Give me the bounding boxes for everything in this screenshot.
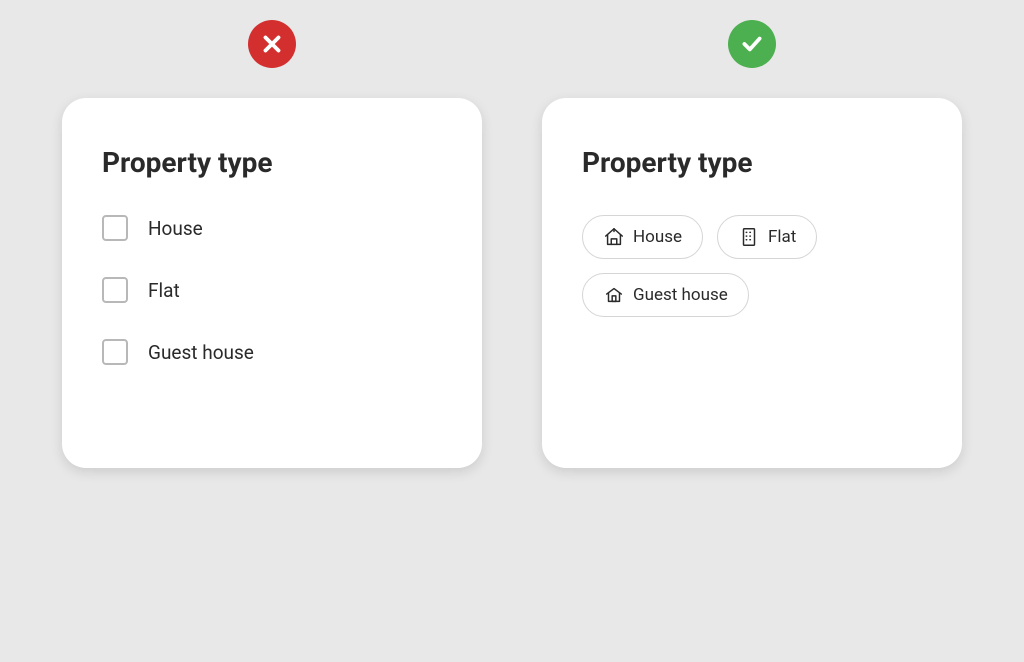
checkbox-label: Guest house (148, 341, 254, 364)
chip-label: Flat (768, 227, 796, 247)
card-title: Property type (102, 146, 442, 179)
chip-flat[interactable]: Flat (717, 215, 817, 259)
checkbox-item-guest-house[interactable]: Guest house (102, 339, 442, 365)
chip-guest-house[interactable]: Guest house (582, 273, 749, 317)
chip-label: Guest house (633, 285, 728, 305)
checkbox-label: House (148, 217, 203, 240)
chip-row: House Flat (582, 215, 922, 317)
bad-example-column: Property type House Flat Guest house (62, 20, 482, 662)
cross-badge (248, 20, 296, 68)
checkbox-square[interactable] (102, 215, 128, 241)
chip-house[interactable]: House (582, 215, 703, 259)
check-icon (739, 31, 765, 57)
house-icon (603, 226, 625, 248)
checkbox-list: House Flat Guest house (102, 215, 442, 365)
check-badge (728, 20, 776, 68)
chip-label: House (633, 227, 682, 247)
good-example-card: Property type House (542, 98, 962, 468)
checkbox-item-flat[interactable]: Flat (102, 277, 442, 303)
checkbox-square[interactable] (102, 339, 128, 365)
cross-icon (259, 31, 285, 57)
checkbox-square[interactable] (102, 277, 128, 303)
building-icon (738, 226, 760, 248)
guesthouse-icon (603, 284, 625, 306)
checkbox-label: Flat (148, 279, 180, 302)
card-title: Property type (582, 146, 922, 179)
good-example-column: Property type House (542, 20, 962, 662)
checkbox-item-house[interactable]: House (102, 215, 442, 241)
bad-example-card: Property type House Flat Guest house (62, 98, 482, 468)
